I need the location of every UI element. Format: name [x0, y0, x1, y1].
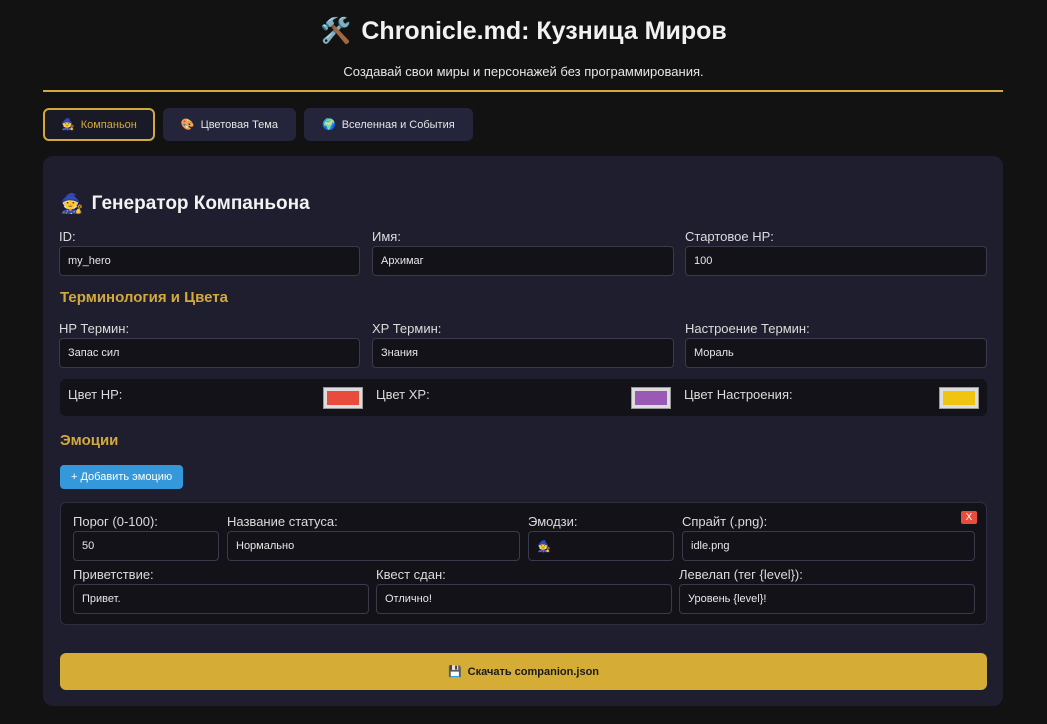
tab-label: Компаньон [80, 118, 137, 131]
mood-color-swatch [943, 391, 975, 405]
quest-label: Квест сдан: [376, 567, 446, 582]
greeting-group: Приветствие: Привет. [73, 567, 369, 614]
header-divider [43, 90, 1003, 92]
mood-term-label: Настроение Термин: [685, 321, 810, 336]
tools-icon: 🛠️ [320, 16, 352, 45]
greeting-input[interactable]: Привет. [73, 584, 369, 614]
name-field-group: Имя: Архимаг [372, 229, 674, 276]
emotions-title: Эмоции [60, 432, 119, 449]
status-group: Название статуса: Нормально [227, 514, 520, 561]
hp-color-picker[interactable] [323, 387, 363, 409]
sprite-group: Спрайт (.png): idle.png [682, 514, 975, 561]
terminology-title: Терминология и Цвета [60, 289, 228, 306]
hp-color-group: Цвет HP: [60, 379, 369, 416]
xp-color-swatch [635, 391, 667, 405]
threshold-group: Порог (0-100): 50 [73, 514, 219, 561]
tab-label: Вселенная и События [341, 118, 455, 131]
hp-input[interactable]: 100 [685, 246, 987, 276]
hp-color-swatch [327, 391, 359, 405]
palette-icon: 🎨 [180, 119, 195, 131]
status-input[interactable]: Нормально [227, 531, 520, 561]
levelup-input[interactable]: Уровень {level}! [679, 584, 975, 614]
add-emotion-button[interactable]: + Добавить эмоцию [60, 465, 184, 489]
color-row: Цвет HP: Цвет XP: Цвет Настроения: [60, 379, 987, 416]
greeting-label: Приветствие: [73, 567, 154, 582]
floppy-disk-icon: 💾 [447, 666, 462, 678]
download-button[interactable]: 💾 Скачать companion.json [60, 653, 987, 690]
quest-input[interactable]: Отлично! [376, 584, 672, 614]
id-label: ID: [59, 229, 76, 244]
mood-color-label: Цвет Настроения: [684, 387, 793, 402]
mood-term-group: Настроение Термин: Мораль [685, 321, 987, 368]
companion-panel: 🧙 Генератор Компаньона ID: my_hero Имя: … [43, 156, 1003, 706]
levelup-group: Левелап (тег {level}): Уровень {level}! [679, 567, 975, 614]
hp-term-input[interactable]: Запас сил [59, 338, 360, 368]
hp-color-label: Цвет HP: [68, 387, 123, 402]
threshold-input[interactable]: 50 [73, 531, 219, 561]
quest-group: Квест сдан: Отлично! [376, 567, 672, 614]
mage-icon: 🧙 [61, 119, 75, 131]
globe-icon: 🌍 [321, 119, 336, 131]
mood-term-input[interactable]: Мораль [685, 338, 987, 368]
tab-universe-events[interactable]: 🌍 Вселенная и События [303, 108, 473, 141]
tab-bar: 🧙 Компаньон 🎨 Цветовая Тема 🌍 Вселенная … [43, 108, 473, 141]
tab-companion[interactable]: 🧙 Компаньон [43, 108, 155, 141]
hp-term-label: HP Термин: [59, 321, 130, 336]
mood-color-group: Цвет Настроения: [676, 379, 987, 416]
app-subtitle: Создавай свои миры и персонажей без прог… [343, 64, 704, 79]
download-label: Скачать companion.json [467, 665, 600, 678]
hp-field-group: Стартовое HP: 100 [685, 229, 987, 276]
app-title: 🛠️ Chronicle.md: Кузница Миров [0, 16, 1047, 46]
tab-color-theme[interactable]: 🎨 Цветовая Тема [162, 108, 296, 141]
xp-color-label: Цвет XP: [376, 387, 430, 402]
header: 🛠️ Chronicle.md: Кузница Миров Создавай … [0, 0, 1047, 80]
panel-title: 🧙 Генератор Компаньона [60, 192, 310, 216]
threshold-label: Порог (0-100): [73, 514, 158, 529]
panel-title-text: Генератор Компаньона [91, 193, 310, 214]
hp-label: Стартовое HP: [685, 229, 774, 244]
emoji-group: Эмодзи: 🧙 [528, 514, 674, 561]
xp-color-picker[interactable] [631, 387, 671, 409]
id-input[interactable]: my_hero [59, 246, 360, 276]
name-label: Имя: [372, 229, 401, 244]
sprite-label: Спрайт (.png): [682, 514, 768, 529]
mage-icon: 🧙 [60, 194, 84, 215]
mood-color-picker[interactable] [939, 387, 979, 409]
emoji-label: Эмодзи: [528, 514, 578, 529]
name-input[interactable]: Архимаг [372, 246, 674, 276]
xp-color-group: Цвет XP: [368, 379, 677, 416]
xp-term-label: XP Термин: [372, 321, 442, 336]
status-label: Название статуса: [227, 514, 338, 529]
hp-term-group: HP Термин: Запас сил [59, 321, 360, 368]
emotion-card: X Порог (0-100): 50 Название статуса: Но… [60, 502, 987, 625]
levelup-label: Левелап (тег {level}): [679, 567, 803, 582]
id-field-group: ID: my_hero [59, 229, 360, 276]
emoji-input[interactable]: 🧙 [528, 531, 674, 561]
xp-term-group: XP Термин: Знания [372, 321, 674, 368]
app-title-text: Chronicle.md: Кузница Миров [361, 16, 727, 45]
tab-label: Цветовая Тема [200, 118, 278, 131]
xp-term-input[interactable]: Знания [372, 338, 674, 368]
sprite-input[interactable]: idle.png [682, 531, 975, 561]
